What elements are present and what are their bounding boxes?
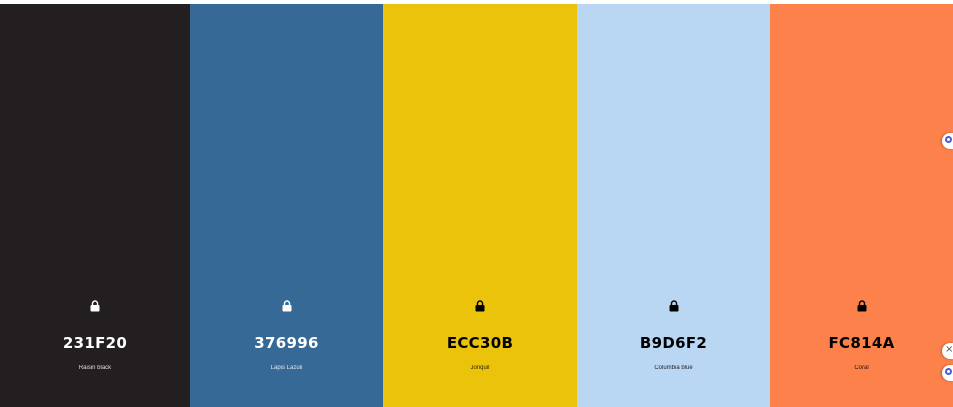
swatch-jonquil[interactable]: ECC30B Jonquil (383, 4, 577, 407)
lock-icon[interactable] (857, 300, 867, 312)
swatch-color-name: Lapis Lazuli (270, 365, 303, 371)
swatch-color-name: Jonquil (470, 365, 490, 371)
swatch-hex-code[interactable]: 376996 (190, 334, 383, 352)
swatch-hex-code[interactable]: FC814A (770, 334, 953, 352)
color-picker-icon (945, 368, 952, 375)
lock-icon[interactable] (282, 300, 292, 312)
swatch-hex-code[interactable]: ECC30B (383, 334, 577, 352)
swatch-coral[interactable]: FC814A Coral (770, 4, 953, 407)
close-icon: × (945, 344, 953, 355)
lock-icon[interactable] (475, 300, 485, 312)
swatch-columbia-blue[interactable]: B9D6F2 Columbia blue (577, 4, 770, 407)
color-picker-button[interactable] (942, 133, 953, 149)
swatch-hex-code[interactable]: 231F20 (0, 334, 190, 352)
swatch-color-name: Coral (854, 365, 869, 371)
color-picker-button[interactable] (942, 365, 953, 381)
swatch-lapis-lazuli[interactable]: 376996 Lapis Lazuli (190, 4, 383, 407)
close-button[interactable]: × (942, 343, 953, 359)
color-palette: 231F20 Raisin black 376996 Lapis Lazuli … (0, 4, 953, 407)
swatch-hex-code[interactable]: B9D6F2 (577, 334, 770, 352)
lock-icon[interactable] (669, 300, 679, 312)
lock-icon[interactable] (90, 300, 100, 312)
swatch-color-name: Raisin black (78, 365, 112, 371)
color-picker-icon (945, 136, 952, 143)
swatch-color-name: Columbia blue (654, 365, 693, 371)
swatch-raisin-black[interactable]: 231F20 Raisin black (0, 4, 190, 407)
